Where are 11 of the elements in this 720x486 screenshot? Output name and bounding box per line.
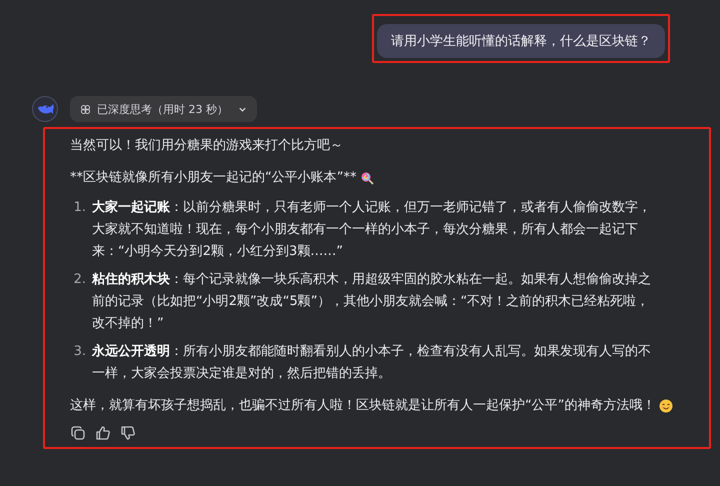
list-number: 2. <box>72 271 86 289</box>
answer-heading: **区块链就像所有小朋友一起记的“公平小账本”** <box>70 169 356 187</box>
thinking-toggle[interactable]: 已深度思考（用时 23 秒） <box>70 96 257 122</box>
list-number: 3. <box>72 343 86 361</box>
list-number: 1. <box>72 199 86 217</box>
user-message: 请用小学生能听懂的话解释，什么是区块链？ <box>377 24 665 58</box>
list-item-text: 永远公开透明：所有小朋友都能随时翻看别人的小本子，检查有没有人乱写。如果发现有人写的不一样，大家会投票决定谁是对的，然后把错的丢掉。 <box>92 342 652 383</box>
answer-paragraph: 当然可以！我们用分糖果的游戏来打个比方吧～ <box>70 137 344 155</box>
list-item-text: 大家一起记账：以前分糖果时，只有老师一个人记账，但万一老师记错了，或者有人偷偷改数字，大家就不知道啦！现在，每个小朋友都有一个一样的小本子，每次分糖果，所有人都会一起记下来：“小明今天分到2颗，小红分到3颗……” <box>92 198 652 261</box>
answer-paragraph: 这样，就算有坏孩子想捣乱，也骗不过所有人啦！区块链就是让所有人一起保护“公平”的神奇方法哦！ <box>70 397 656 415</box>
list-item-text: 粘住的积木块：每个记录就像一块乐高积木，用超级牢固的胶水粘在一起。如果有人想偷偷改掉之前的记录（比如把“小明2颗”改成“5颗”），其他小朋友就会喊：“不对！之前的积木已经粘死啦，改不掉的！” <box>92 271 652 333</box>
